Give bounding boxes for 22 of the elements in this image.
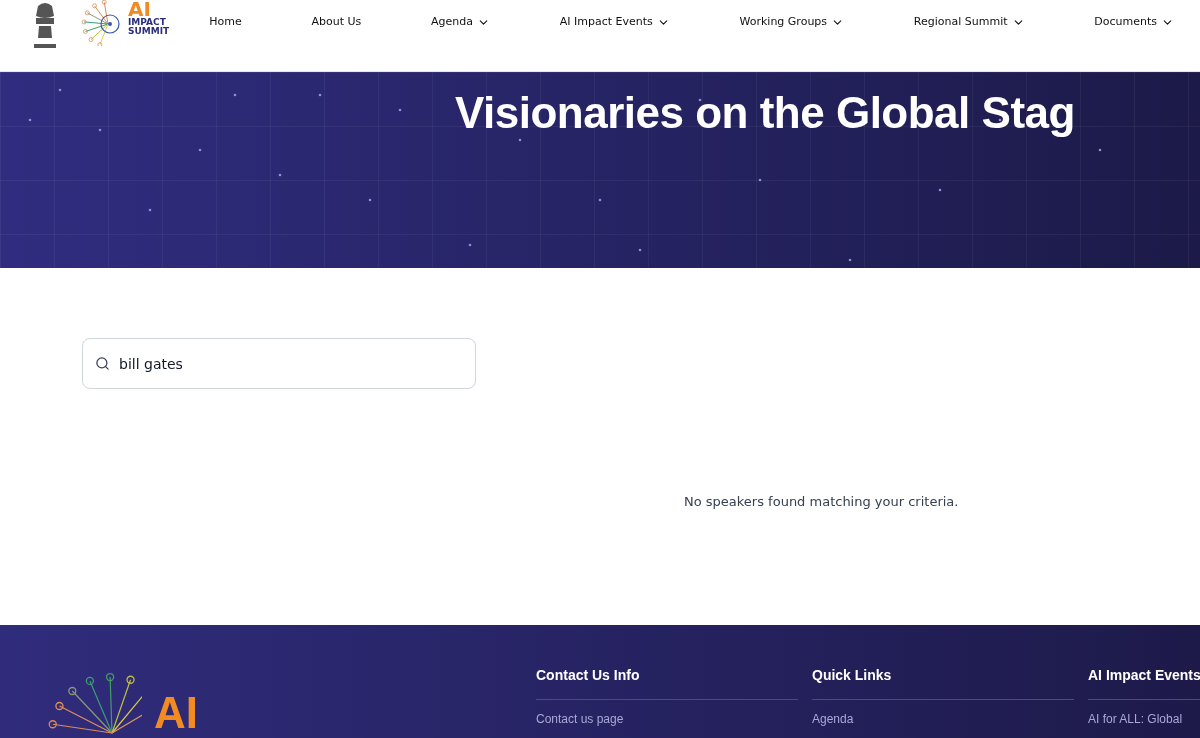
search-icon <box>95 356 110 371</box>
logo-line: IMPACT <box>128 18 167 27</box>
nav-link[interactable]: Documents <box>1094 14 1174 31</box>
nav-link[interactable]: Regional Summit <box>913 14 1025 31</box>
summit-logo[interactable]: AI IMPACT SUMMIT <box>78 0 170 46</box>
footer-heading: AI Impact Events <box>1088 666 1200 685</box>
footer-heading: Contact Us Info <box>536 666 641 685</box>
footer-link[interactable]: Agenda <box>812 710 1074 728</box>
footer-heading: Quick Links <box>812 666 893 685</box>
nav-link[interactable]: Home <box>209 14 242 31</box>
nav-link[interactable]: Working Groups <box>739 14 845 31</box>
nav-link[interactable]: Agenda <box>430 14 490 31</box>
nav-link[interactable]: About Us <box>311 14 362 31</box>
logo-line: SUMMIT <box>128 27 170 36</box>
empty-message: No speakers found matching your criteria. <box>684 493 959 511</box>
footer-logo-mark: AI <box>154 691 198 735</box>
footer-link[interactable]: Contact us page <box>536 710 798 728</box>
hero-title: Visionaries on the Global Stag <box>455 87 1075 139</box>
footer-link[interactable]: AI for ALL: Global <box>1088 710 1200 728</box>
nav-link[interactable]: AI Impact Events <box>559 14 670 31</box>
search-field[interactable]: bill gates <box>82 338 476 389</box>
logo-mark: AI <box>128 0 151 18</box>
